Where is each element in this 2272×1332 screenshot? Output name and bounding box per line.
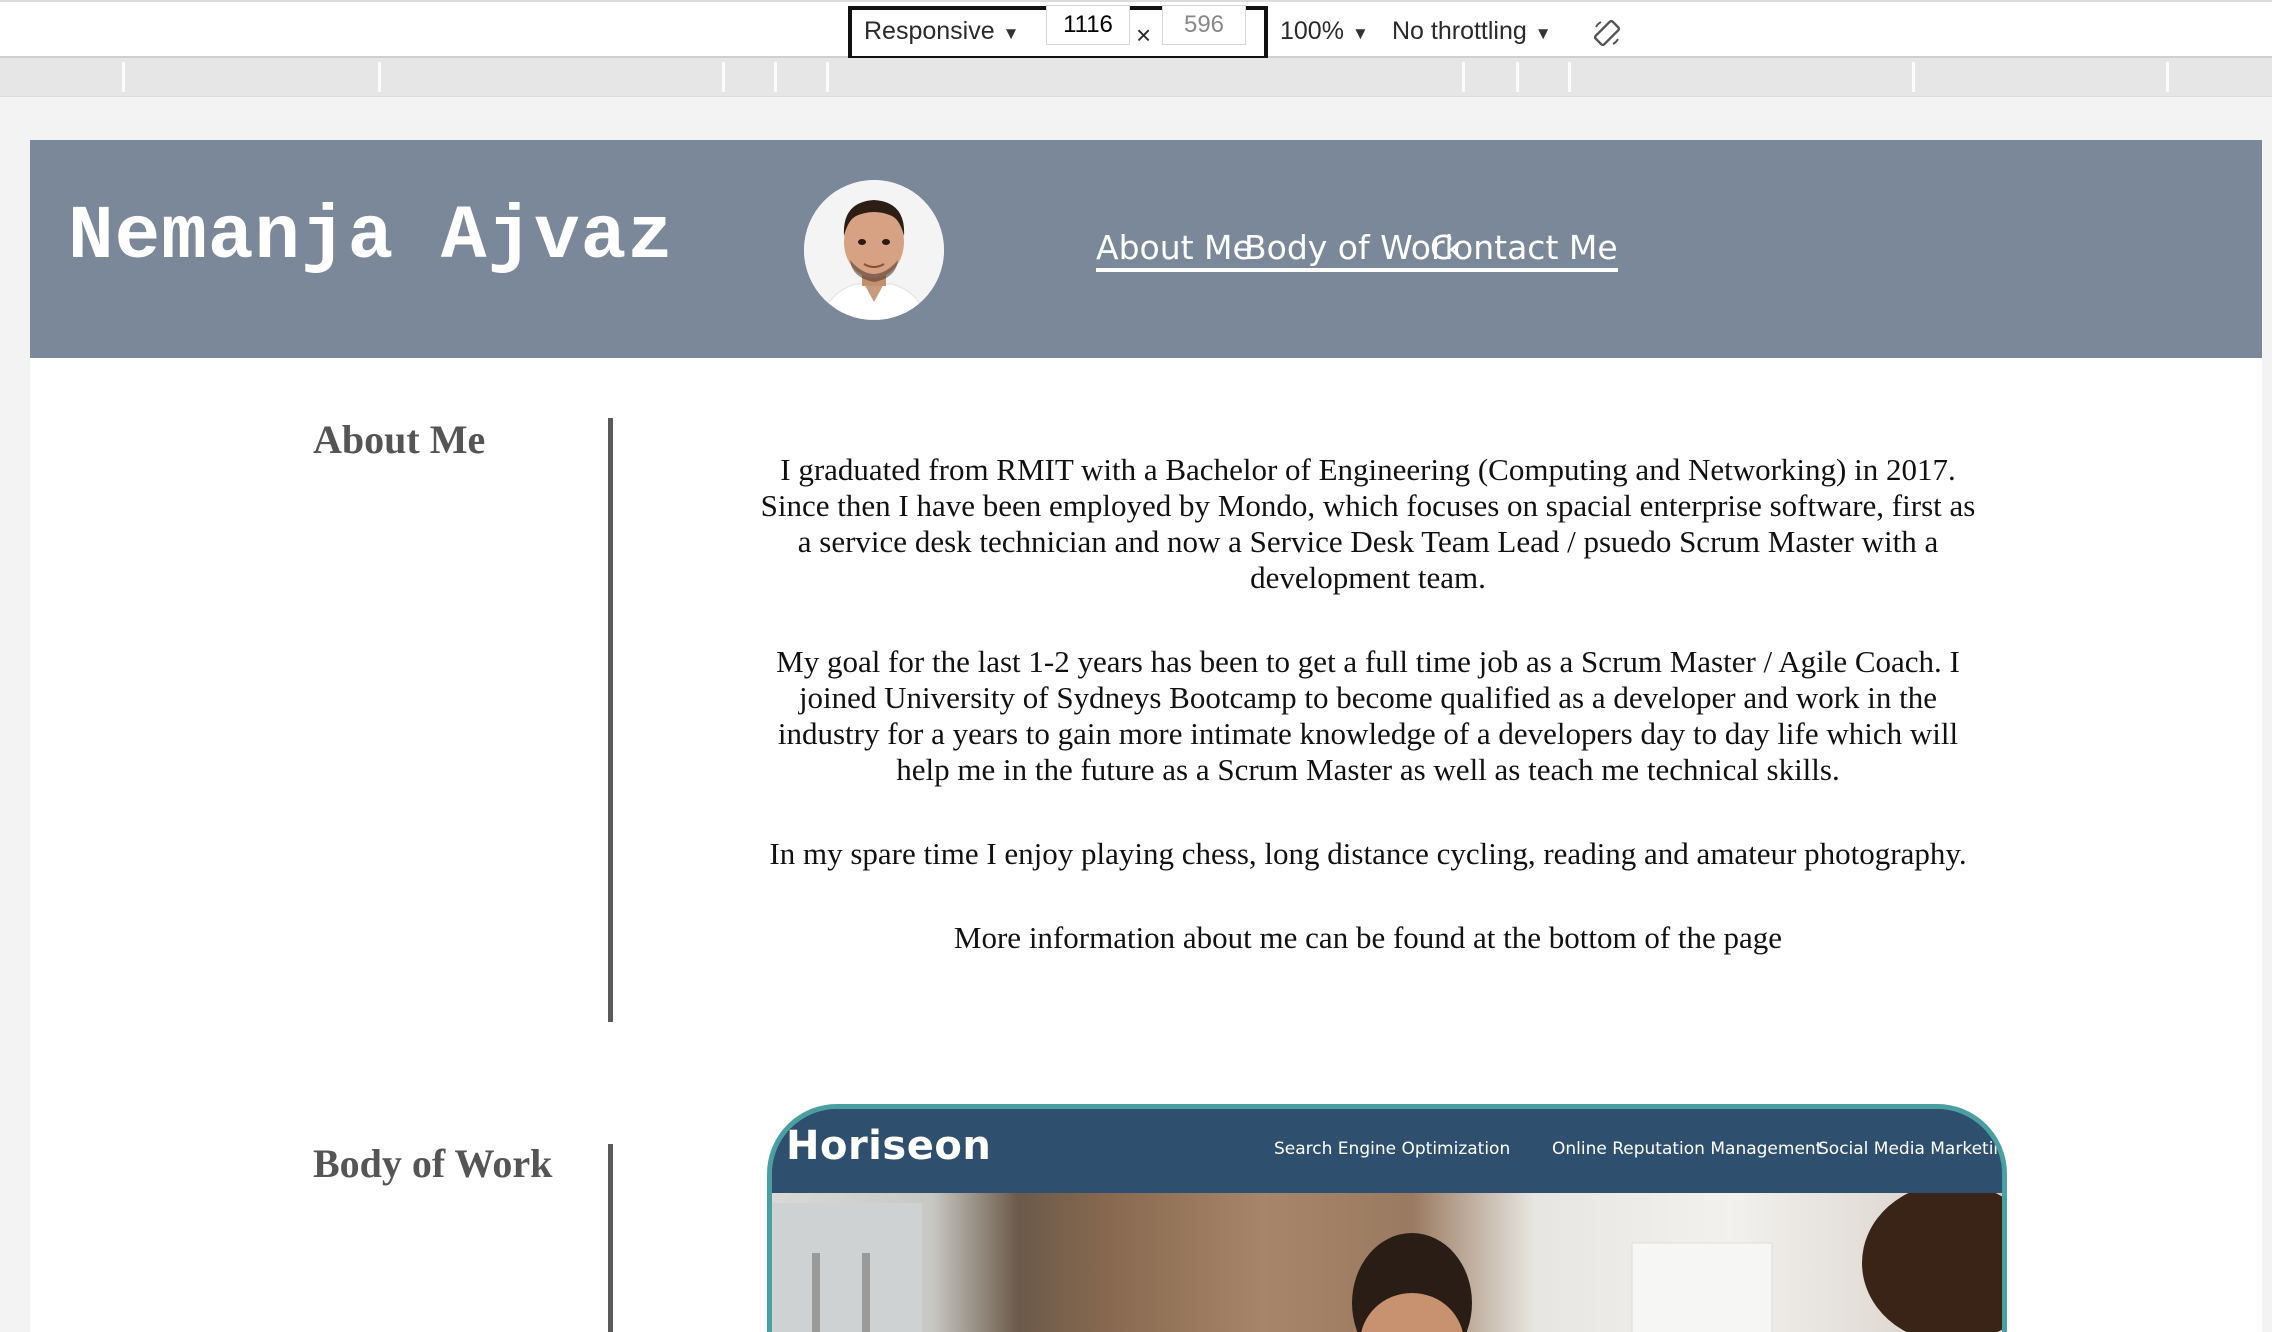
throttling-select-label: No throttling [1392, 17, 1527, 45]
project-nav-item: Online Reputation Management [1552, 1139, 1823, 1159]
width-input[interactable] [1046, 5, 1130, 45]
dropdown-arrow-icon: ▼ [1002, 24, 1020, 43]
site-header: Nemanja Ajvaz About Me Body of Work Cont… [30, 140, 2262, 358]
project-card-horiseon[interactable]: Horiseon Search Engine Optimization Onli… [767, 1104, 2007, 1332]
profile-avatar [804, 180, 944, 320]
zoom-select-label: 100% [1280, 17, 1344, 45]
project-hero-photo [772, 1183, 2002, 1332]
page-viewport: Nemanja Ajvaz About Me Body of Work Cont… [30, 140, 2262, 1332]
nav-about-me[interactable]: About Me [1096, 228, 1253, 272]
zoom-select[interactable]: 100% ▼ [1280, 17, 1369, 46]
device-select-label: Responsive [864, 17, 995, 45]
rotate-icon[interactable] [1592, 18, 1622, 48]
devtools-toolbar: Responsive ▼ × 100% ▼ No throttling ▼ [0, 0, 2272, 60]
site-title: Nemanja Ajvaz [68, 194, 674, 280]
about-paragraph: My goal for the last 1-2 years has been … [776, 644, 1960, 787]
project-screenshot-image [772, 1183, 2002, 1332]
about-heading: About Me [313, 417, 486, 462]
height-input[interactable] [1162, 5, 1246, 45]
nav-contact-me[interactable]: Contact Me [1430, 228, 1618, 272]
dropdown-arrow-icon: ▼ [1534, 24, 1552, 43]
project-header: Horiseon Search Engine Optimization Onli… [772, 1109, 2002, 1193]
project-nav-item: Social Media Marketing [1818, 1139, 2007, 1159]
about-text: I graduated from RMIT with a Bachelor of… [758, 452, 1978, 1004]
work-heading: Body of Work [313, 1141, 553, 1186]
media-query-ruler[interactable] [0, 58, 2272, 97]
dimension-separator: × [1136, 20, 1152, 50]
throttling-select[interactable]: No throttling ▼ [1392, 17, 1552, 46]
project-nav-item: Search Engine Optimization [1274, 1139, 1511, 1159]
about-paragraph: More information about me can be found a… [953, 920, 1783, 955]
about-paragraph: I graduated from RMIT with a Bachelor of… [760, 452, 1976, 595]
profile-photo [804, 180, 944, 320]
device-select[interactable]: Responsive ▼ [864, 17, 1019, 46]
work-divider [608, 1144, 613, 1332]
project-brand: Horiseon [786, 1123, 992, 1169]
dropdown-arrow-icon: ▼ [1351, 24, 1369, 43]
about-divider [608, 418, 613, 1022]
about-paragraph: In my spare time I enjoy playing chess, … [769, 836, 1967, 871]
